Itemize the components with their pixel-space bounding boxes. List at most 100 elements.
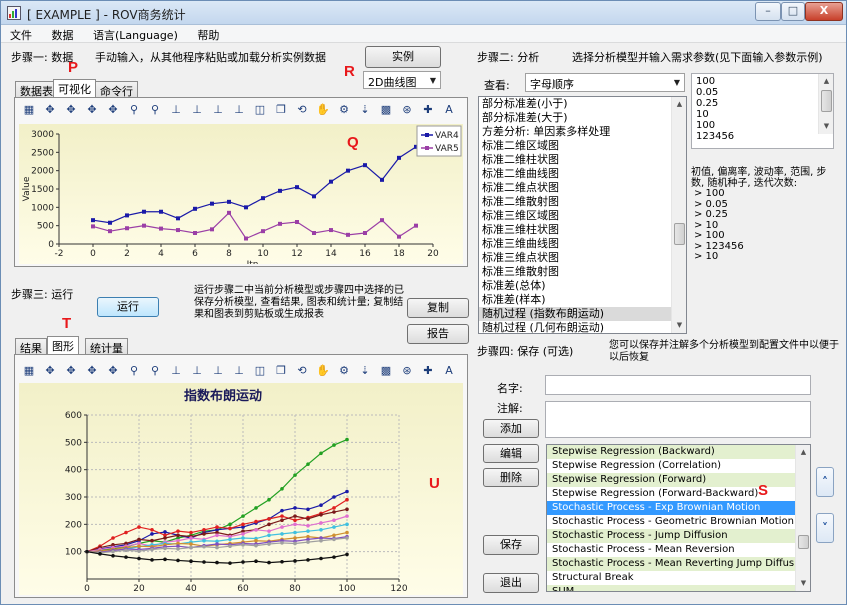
axis-rotate-icon[interactable]: ⊥	[168, 102, 184, 118]
minimize-button[interactable]: –	[755, 2, 781, 21]
rotate-icon[interactable]: ⟲	[294, 102, 310, 118]
model-item[interactable]: Structural Break	[547, 571, 810, 585]
copy-icon[interactable]: ❐	[273, 363, 289, 379]
axis-rotate-icon[interactable]: ⊥	[168, 363, 184, 379]
model-item[interactable]: SUM	[547, 585, 810, 591]
annotate-icon[interactable]: A	[441, 363, 457, 379]
close-button[interactable]: X	[805, 2, 843, 21]
method-item[interactable]: 标准二维柱状图	[479, 153, 686, 167]
model-item[interactable]: Stochastic Process - Mean Reversion	[547, 543, 810, 557]
axis-scale-icon[interactable]: ✥	[105, 363, 121, 379]
menu-help[interactable]: 帮助	[188, 25, 226, 43]
chart-edit-icon[interactable]: ▦	[21, 102, 37, 118]
axis-flip-icon[interactable]: ⊥	[189, 363, 205, 379]
move-up-button[interactable]: ˄	[816, 467, 834, 497]
depth-icon[interactable]: ⊥	[210, 363, 226, 379]
marker-icon[interactable]: ✚	[420, 102, 436, 118]
tab-results[interactable]: 结果	[15, 338, 47, 355]
method-item[interactable]: 标准三维曲线图	[479, 237, 686, 251]
method-item[interactable]: 标准差(样本)	[479, 293, 686, 307]
method-item[interactable]: 标准三维点状图	[479, 251, 686, 265]
model-item[interactable]: Stochastic Process - Geometric Brownian …	[547, 515, 810, 529]
point-icon[interactable]: ⇣	[357, 102, 373, 118]
name-input[interactable]	[545, 375, 811, 395]
scroll-down-icon[interactable]: ▼	[797, 577, 810, 590]
add-button[interactable]: 添加	[483, 419, 539, 438]
method-item[interactable]: 标准二维曲线图	[479, 167, 686, 181]
scroll-down-icon[interactable]: ▼	[820, 120, 833, 133]
scroll-thumb[interactable]	[798, 535, 809, 549]
model-item[interactable]: Stepwise Regression (Correlation)	[547, 459, 810, 473]
report-button[interactable]: 报告	[407, 324, 469, 344]
method-list[interactable]: 部分标准差(小于) 部分标准差(大于) 方差分析: 单因素多样处理 标准二维区域图 标准…	[478, 96, 687, 334]
method-item[interactable]: 随机过程 (几何布朗运动)	[479, 321, 686, 333]
series-icon[interactable]: ⚙	[336, 102, 352, 118]
depth-icon[interactable]: ⊥	[210, 102, 226, 118]
method-item[interactable]: 标准三维散射图	[479, 265, 686, 279]
model-item[interactable]: Stepwise Regression (Forward-Backward)	[547, 487, 810, 501]
scroll-up-icon[interactable]: ▲	[673, 98, 686, 111]
marker-icon[interactable]: ✚	[420, 363, 436, 379]
tab-statistics[interactable]: 统计量	[85, 338, 128, 355]
method-item[interactable]: 标准差(总体)	[479, 279, 686, 293]
menu-language[interactable]: 语言(Language)	[84, 25, 185, 43]
delete-button[interactable]: 删除	[483, 468, 539, 487]
menu-data[interactable]: 数据	[43, 25, 81, 43]
note-input[interactable]	[545, 401, 811, 438]
scroll-up-icon[interactable]: ▲	[820, 75, 833, 88]
method-item[interactable]: 部分标准差(小于)	[479, 97, 686, 111]
refresh-icon[interactable]: ⊛	[399, 102, 415, 118]
axis-pan-icon[interactable]: ✥	[42, 102, 58, 118]
hand-icon[interactable]: ✋	[315, 363, 331, 379]
tab-datasheet[interactable]: 数据表	[15, 81, 58, 98]
series-icon[interactable]: ⚙	[336, 363, 352, 379]
view-3d-icon[interactable]: ◫	[252, 102, 268, 118]
axis-pan-x-icon[interactable]: ✥	[63, 102, 79, 118]
rotate-icon[interactable]: ⟲	[294, 363, 310, 379]
palette-icon[interactable]: ▩	[378, 102, 394, 118]
view-select[interactable]: 字母顺序 ▼	[525, 73, 685, 92]
scroll-thumb[interactable]	[674, 223, 685, 245]
axis-pan-icon[interactable]: ✥	[42, 363, 58, 379]
zoom-out-icon[interactable]: ⚲	[147, 102, 163, 118]
maximize-button[interactable]: □	[781, 2, 805, 21]
title-bar[interactable]: [ EXAMPLE ] - ROV商务统计 – □ X	[1, 1, 846, 25]
method-item[interactable]: 随机过程 (指数布朗运动)	[479, 307, 686, 321]
menu-file[interactable]: 文件	[1, 25, 39, 43]
param-scrollbar[interactable]: ▲ ▼	[818, 74, 833, 134]
view-3d-icon[interactable]: ◫	[252, 363, 268, 379]
model-item[interactable]: Stochastic Process - Jump Diffusion	[547, 529, 810, 543]
method-item[interactable]: 标准二维区域图	[479, 139, 686, 153]
tab-graphics[interactable]: 图形	[47, 336, 79, 354]
zoom-icon[interactable]: ⚲	[126, 363, 142, 379]
chart-type-select[interactable]: 2D曲线图 ▼	[363, 71, 441, 89]
scroll-down-icon[interactable]: ▼	[673, 319, 686, 332]
copy-icon[interactable]: ❐	[273, 102, 289, 118]
model-item[interactable]: Stochastic Process - Exp Brownian Motion	[547, 501, 810, 515]
axis-scale-icon[interactable]: ✥	[105, 102, 121, 118]
depth-flip-icon[interactable]: ⊥	[231, 363, 247, 379]
annotate-icon[interactable]: A	[441, 102, 457, 118]
method-list-scrollbar[interactable]: ▲ ▼	[671, 97, 686, 333]
exit-button[interactable]: 退出	[483, 573, 539, 593]
method-item[interactable]: 部分标准差(大于)	[479, 111, 686, 125]
save-button[interactable]: 保存	[483, 535, 539, 555]
point-icon[interactable]: ⇣	[357, 363, 373, 379]
hand-icon[interactable]: ✋	[315, 102, 331, 118]
zoom-out-icon[interactable]: ⚲	[147, 363, 163, 379]
copy-button[interactable]: 复制	[407, 298, 469, 318]
method-item[interactable]: 标准三维柱状图	[479, 223, 686, 237]
method-item[interactable]: 标准三维区域图	[479, 209, 686, 223]
refresh-icon[interactable]: ⊛	[399, 363, 415, 379]
edit-button[interactable]: 编辑	[483, 444, 539, 463]
zoom-icon[interactable]: ⚲	[126, 102, 142, 118]
tab-command-line[interactable]: 命令行	[95, 81, 138, 98]
method-item[interactable]: 标准二维点状图	[479, 181, 686, 195]
move-down-button[interactable]: ˅	[816, 513, 834, 543]
chart-edit-icon[interactable]: ▦	[21, 363, 37, 379]
depth-flip-icon[interactable]: ⊥	[231, 102, 247, 118]
axis-move-icon[interactable]: ✥	[84, 363, 100, 379]
param-input[interactable]: 100 0.05 0.25 10 100 123456 ▲ ▼	[691, 73, 834, 149]
model-item[interactable]: Stepwise Regression (Backward)	[547, 445, 810, 459]
axis-flip-icon[interactable]: ⊥	[189, 102, 205, 118]
